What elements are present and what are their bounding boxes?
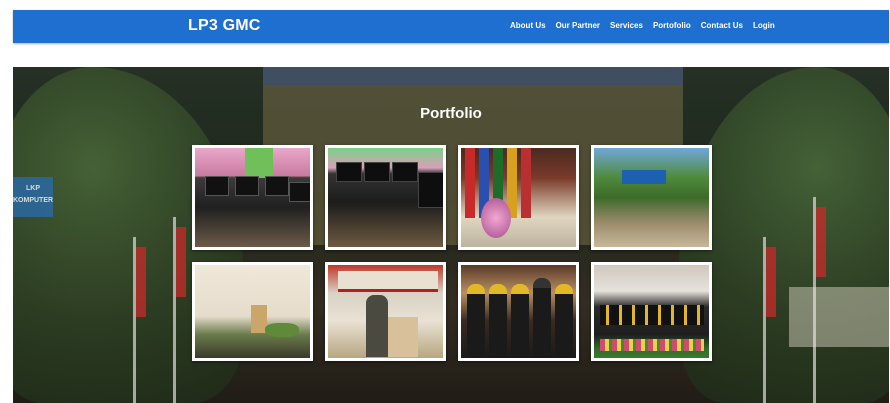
portfolio-photo-graduation-group[interactable] xyxy=(591,262,712,361)
portfolio-photo-building-exterior[interactable] xyxy=(591,145,712,250)
portfolio-photo-computer-lab-2[interactable] xyxy=(325,145,446,250)
nav-link-services[interactable]: Services xyxy=(610,21,643,30)
nav-link-login[interactable]: Login xyxy=(753,21,775,30)
background-flag xyxy=(766,247,776,317)
portfolio-photo-speaker-at-podium[interactable] xyxy=(192,262,313,361)
section-title: Portfolio xyxy=(420,105,482,122)
portfolio-photo-graduation-handshake[interactable] xyxy=(458,262,579,361)
nav-link-contact-us[interactable]: Contact Us xyxy=(701,21,743,30)
background-building-roof xyxy=(263,67,683,85)
background-flag xyxy=(816,207,826,277)
nav-link-our-partner[interactable]: Our Partner xyxy=(556,21,600,30)
nav-link-portofolio[interactable]: Portofolio xyxy=(653,21,691,30)
navbar: LP3 GMC About Us Our Partner Services Po… xyxy=(13,10,889,43)
portfolio-grid xyxy=(192,145,712,361)
portfolio-photo-speech-ceremony[interactable] xyxy=(325,262,446,361)
background-banner xyxy=(789,287,889,347)
background-flag xyxy=(136,247,146,317)
brand-logo[interactable]: LP3 GMC xyxy=(188,17,261,35)
nav-link-about-us[interactable]: About Us xyxy=(510,21,546,30)
background-flag xyxy=(176,227,186,297)
portfolio-photo-flags-and-flowers[interactable] xyxy=(458,145,579,250)
nav-links: About Us Our Partner Services Portofolio… xyxy=(510,21,775,30)
portfolio-photo-computer-lab-1[interactable] xyxy=(192,145,313,250)
background-sign: LKP KOMPUTER xyxy=(13,177,53,217)
portfolio-section: LKP KOMPUTER Portfolio xyxy=(13,67,889,403)
